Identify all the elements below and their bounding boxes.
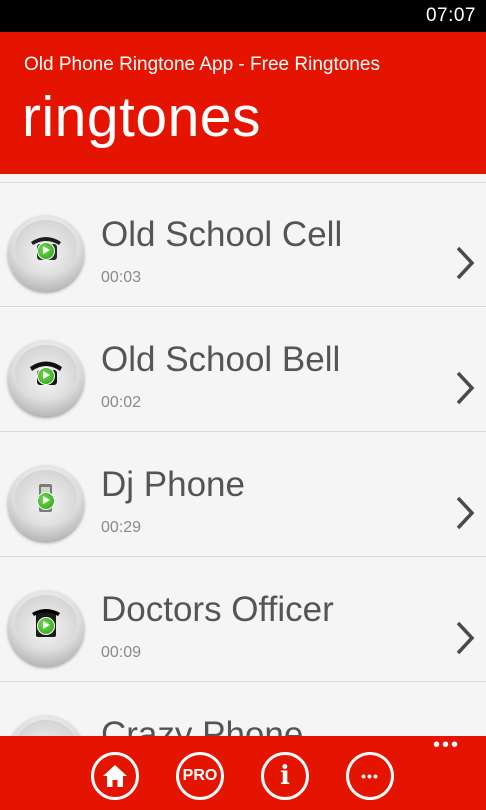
- ringtone-duration: 00:29: [101, 519, 142, 536]
- ringtone-title: Old School Bell: [101, 340, 341, 379]
- chevron-right-icon[interactable]: [453, 620, 477, 656]
- list-item[interactable]: Old School Cell 00:03: [0, 183, 486, 307]
- ringtone-thumbnail[interactable]: [8, 340, 84, 416]
- home-icon: [103, 765, 127, 787]
- info-icon: i: [280, 761, 290, 791]
- ringtone-title: Dj Phone: [101, 465, 245, 504]
- app-title: Old Phone Ringtone App - Free Ringtones: [24, 54, 380, 75]
- ringtone-thumbnail[interactable]: [8, 465, 84, 541]
- pro-icon: PRO: [182, 767, 218, 784]
- ringtone-title: Crazy Phone: [101, 715, 304, 736]
- pro-button[interactable]: PRO: [176, 752, 224, 800]
- app-bar: ••• PRO i •••: [0, 735, 486, 810]
- more-icon: •••: [361, 768, 379, 784]
- app-bar-more-icon[interactable]: •••: [433, 735, 460, 755]
- status-time: 07:07: [425, 5, 476, 26]
- chevron-right-icon[interactable]: [453, 495, 477, 531]
- play-icon[interactable]: [37, 367, 55, 385]
- status-bar: 07:07: [0, 0, 486, 32]
- ringtone-thumbnail[interactable]: [8, 715, 84, 736]
- page-title: ringtones: [22, 85, 261, 149]
- list-item[interactable]: Crazy Phone: [0, 683, 486, 736]
- ringtone-thumbnail[interactable]: [8, 590, 84, 666]
- header: Old Phone Ringtone App - Free Ringtones …: [0, 32, 486, 174]
- ringtone-list[interactable]: Old School Cell 00:03 Old School Bell 00…: [0, 174, 486, 736]
- ringtone-thumbnail[interactable]: [8, 215, 84, 291]
- ringtone-title: Old School Cell: [101, 215, 343, 254]
- list-item[interactable]: Old School Bell 00:02: [0, 308, 486, 432]
- ringtone-duration: 00:02: [101, 394, 142, 411]
- list-item[interactable]: Dj Phone 00:29: [0, 433, 486, 557]
- chevron-right-icon[interactable]: [453, 370, 477, 406]
- play-icon[interactable]: [37, 617, 55, 635]
- play-icon[interactable]: [37, 492, 55, 510]
- list-item[interactable]: Doctors Officer 00:09: [0, 558, 486, 682]
- chevron-right-icon[interactable]: [453, 245, 477, 281]
- home-button[interactable]: [91, 752, 139, 800]
- play-icon[interactable]: [37, 242, 55, 260]
- info-button[interactable]: i: [261, 752, 309, 800]
- ringtone-duration: 00:09: [101, 644, 142, 661]
- more-button[interactable]: •••: [346, 752, 394, 800]
- ringtone-title: Doctors Officer: [101, 590, 334, 629]
- ringtone-duration: 00:03: [101, 269, 142, 286]
